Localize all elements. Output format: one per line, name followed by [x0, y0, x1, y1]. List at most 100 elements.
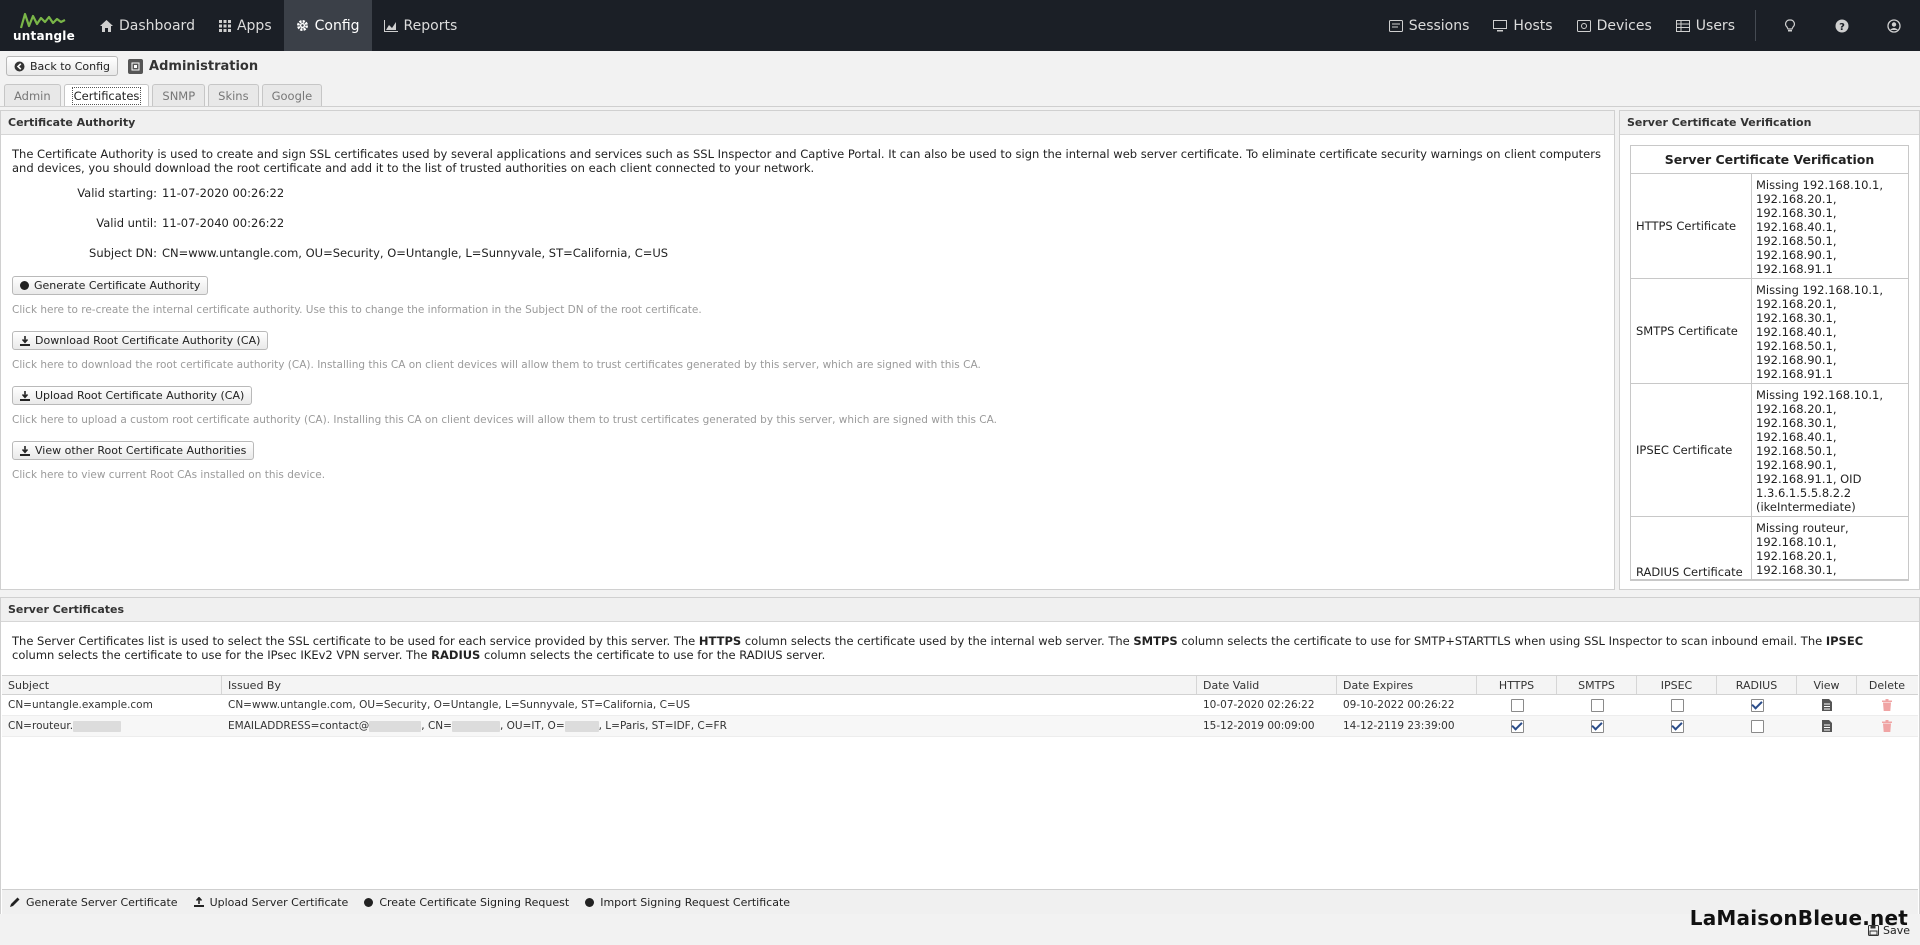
- nav-users[interactable]: Users: [1664, 0, 1747, 51]
- smtps-checkbox[interactable]: [1590, 719, 1604, 733]
- page-title: Administration: [128, 58, 259, 74]
- column-issued-by[interactable]: Issued By: [222, 676, 1197, 694]
- upload-root-ca-label: Upload Root Certificate Authority (CA): [35, 388, 245, 402]
- redacted-text: [73, 720, 122, 732]
- generate-certificate-authority-hint: Click here to re-create the internal cer…: [12, 304, 702, 316]
- smtps-checkbox[interactable]: [1590, 698, 1604, 712]
- back-to-config-button[interactable]: Back to Config: [6, 56, 119, 76]
- untangle-logo[interactable]: untangle: [0, 0, 88, 51]
- tab-admin-label: Admin: [14, 88, 51, 103]
- save-button[interactable]: Save: [1867, 924, 1910, 937]
- download-icon: [20, 390, 30, 401]
- nav-reports-label: Reports: [403, 17, 458, 34]
- table-row[interactable]: CN=routeur. EMAILADDRESS=contact@, CN=, …: [2, 716, 1918, 737]
- column-date-expires[interactable]: Date Expires: [1337, 676, 1477, 694]
- verification-name: SMTPS Certificate: [1631, 279, 1752, 383]
- circle-icon: [585, 897, 595, 907]
- tab-admin[interactable]: Admin: [4, 84, 61, 106]
- column-view[interactable]: View: [1797, 676, 1857, 694]
- grid-header: Subject Issued By Date Valid Date Expire…: [2, 675, 1918, 695]
- column-delete[interactable]: Delete: [1857, 676, 1917, 694]
- user-circle-icon: [1887, 18, 1901, 33]
- nav-apps[interactable]: Apps: [207, 0, 284, 51]
- download-icon: [20, 335, 30, 346]
- tab-google[interactable]: Google: [261, 84, 323, 106]
- ipsec-checkbox[interactable]: [1670, 719, 1684, 733]
- nav-divider: [1755, 10, 1756, 41]
- redacted-text: [369, 720, 422, 732]
- nav-config-label: Config: [314, 17, 360, 34]
- radius-checkbox[interactable]: [1750, 698, 1764, 712]
- upload-root-ca-button[interactable]: Upload Root Certificate Authority (CA): [12, 386, 253, 405]
- verification-row-ipsec: IPSEC Certificate Missing 192.168.10.1, …: [1631, 384, 1908, 517]
- column-https[interactable]: HTTPS: [1477, 676, 1557, 694]
- radius-checkbox[interactable]: [1750, 719, 1764, 733]
- file-view-icon[interactable]: [1822, 720, 1832, 732]
- ipsec-checkbox[interactable]: [1670, 698, 1684, 712]
- download-root-ca-button[interactable]: Download Root Certificate Authority (CA): [12, 331, 269, 350]
- grid-icon: [218, 19, 231, 32]
- upload-server-certificate-button[interactable]: Upload Server Certificate: [193, 896, 348, 909]
- help-icon: ?: [1835, 19, 1849, 33]
- cell-date-valid: 15-12-2019 00:09:00: [1203, 720, 1315, 732]
- generate-certificate-authority-label: Generate Certificate Authority: [34, 278, 201, 292]
- trash-icon[interactable]: [1882, 720, 1892, 732]
- file-view-icon[interactable]: [1822, 699, 1832, 711]
- tab-skins-label: Skins: [218, 88, 249, 103]
- view-root-cas-hint: Click here to view current Root CAs inst…: [12, 469, 326, 481]
- nav-help-button[interactable]: ?: [1816, 0, 1868, 51]
- table-row[interactable]: CN=untangle.example.com CN=www.untangle.…: [2, 695, 1918, 716]
- save-label: Save: [1882, 924, 1910, 937]
- nav-config[interactable]: Config: [283, 0, 372, 51]
- ca-subject-dn-value: CN=www.untangle.com, OU=Security, O=Unta…: [162, 246, 669, 260]
- hosts-icon: [1493, 19, 1508, 31]
- column-smtps[interactable]: SMTPS: [1557, 676, 1637, 694]
- nav-devices[interactable]: Devices: [1565, 0, 1664, 51]
- circle-icon: [364, 897, 374, 907]
- verification-name: IPSEC Certificate: [1631, 384, 1752, 516]
- sessions-icon: [1388, 19, 1403, 32]
- ca-valid-until-row: Valid until: 11-07-2040 00:26:22: [12, 216, 1603, 230]
- column-subject[interactable]: Subject: [2, 676, 222, 694]
- create-csr-button[interactable]: Create Certificate Signing Request: [364, 896, 569, 909]
- verification-name: HTTPS Certificate: [1631, 174, 1752, 278]
- redacted-text: [451, 720, 500, 732]
- https-checkbox[interactable]: [1510, 719, 1524, 733]
- nav-dashboard[interactable]: Dashboard: [88, 0, 207, 51]
- https-checkbox[interactable]: [1510, 698, 1524, 712]
- page-title-text: Administration: [149, 58, 259, 74]
- ca-valid-starting-row: Valid starting: 11-07-2020 00:26:22: [12, 186, 1603, 200]
- column-date-valid[interactable]: Date Valid: [1197, 676, 1337, 694]
- tab-snmp[interactable]: SNMP: [152, 84, 206, 106]
- import-signing-request-button[interactable]: Import Signing Request Certificate: [585, 896, 790, 909]
- generate-server-certificate-button[interactable]: Generate Server Certificate: [10, 896, 178, 909]
- cell-issued-by: CN=www.untangle.com, OU=Security, O=Unta…: [228, 699, 691, 711]
- download-root-ca-label: Download Root Certificate Authority (CA): [35, 333, 261, 347]
- certificate-authority-panel: Certificate Authority The Certificate Au…: [0, 110, 1615, 590]
- view-root-cas-button[interactable]: View other Root Certificate Authorities: [12, 441, 255, 460]
- floppy-disk-icon: [1867, 925, 1879, 936]
- trash-icon[interactable]: [1882, 699, 1892, 711]
- svg-text:?: ?: [1839, 22, 1845, 33]
- circle-icon: [20, 281, 29, 290]
- certificate-verification-title: Server Certificate Verification: [1631, 146, 1908, 174]
- arrow-circle-left-icon: [14, 61, 25, 71]
- nav-hosts[interactable]: Hosts: [1481, 0, 1564, 51]
- download-root-ca-hint: Click here to download the root certific…: [12, 359, 981, 371]
- devices-icon: [1576, 19, 1591, 32]
- generate-certificate-authority-button[interactable]: Generate Certificate Authority: [12, 276, 209, 295]
- nav-tips-button[interactable]: [1764, 0, 1816, 51]
- column-ipsec[interactable]: IPSEC: [1637, 676, 1717, 694]
- verification-message: Missing 192.168.10.1, 192.168.20.1, 192.…: [1756, 283, 1884, 381]
- tab-skins[interactable]: Skins: [208, 84, 259, 106]
- ca-download-block: Download Root Certificate Authority (CA)…: [12, 331, 1603, 372]
- tab-certificates[interactable]: Certificates: [63, 84, 150, 106]
- nav-devices-label: Devices: [1596, 17, 1652, 34]
- nav-reports[interactable]: Reports: [372, 0, 470, 51]
- nav-sessions[interactable]: Sessions: [1377, 0, 1482, 51]
- users-icon: [1675, 19, 1690, 32]
- cell-date-expires: 14-12-2119 23:39:00: [1343, 720, 1455, 732]
- column-radius[interactable]: RADIUS: [1717, 676, 1797, 694]
- ca-valid-starting-label: Valid starting:: [77, 186, 157, 200]
- nav-account-button[interactable]: [1868, 0, 1920, 51]
